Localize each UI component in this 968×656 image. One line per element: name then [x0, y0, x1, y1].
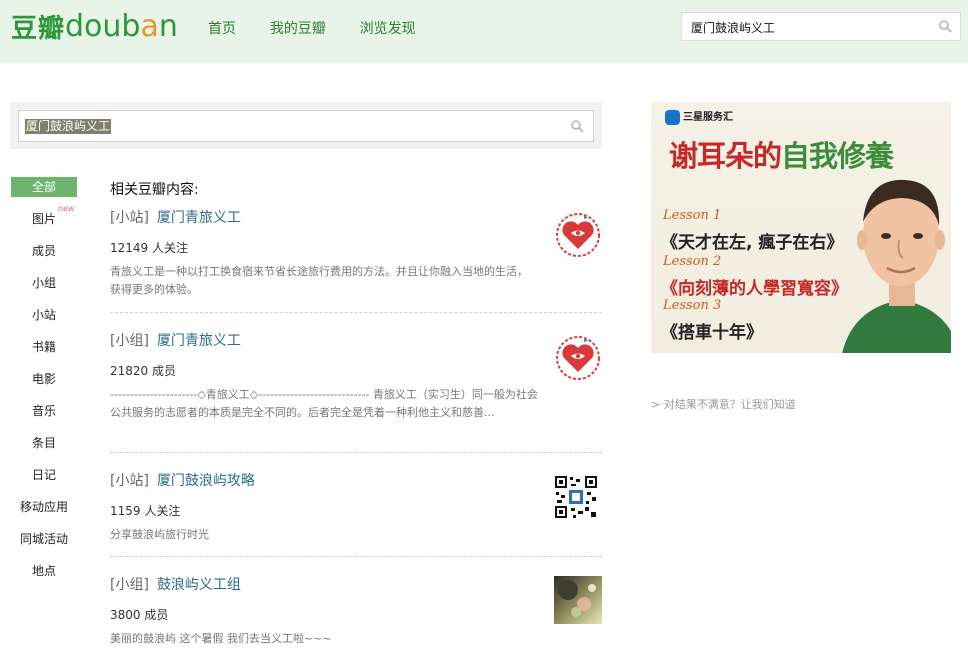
filter-movies[interactable]: 电影	[11, 369, 77, 389]
result-item: [小组] 厦门青旅义工 21820 成员 --------------------…	[110, 332, 602, 422]
search-icon[interactable]	[571, 120, 584, 136]
filter-books[interactable]: 书籍	[11, 337, 77, 357]
samsung-service-logo-icon	[665, 109, 680, 125]
main-nav: 首页 我的豆瓣 浏览发现	[208, 18, 446, 38]
filter-mobile-apps[interactable]: 移动应用	[11, 497, 77, 517]
result-description: 分享鼓浪屿旅行时光	[110, 528, 209, 541]
result-meta: 21820 成员	[110, 364, 176, 378]
result-title-link[interactable]: 鼓浪屿义工组	[157, 577, 241, 593]
nav-explore[interactable]: 浏览发现	[360, 18, 416, 38]
result-thumbnail-qr-code[interactable]	[554, 475, 602, 523]
result-title-link[interactable]: 厦门青旅义工	[157, 333, 241, 349]
search-query-selected: 厦门鼓浪屿义工	[25, 119, 112, 134]
result-description: ----------------------◇青旅义工◇------------…	[110, 388, 538, 419]
result-meta: 3800 成员	[110, 608, 169, 622]
top-header: 豆瓣douban 首页 我的豆瓣 浏览发现	[0, 0, 968, 63]
result-divider	[110, 452, 602, 453]
filter-all[interactable]: 全部	[11, 177, 77, 197]
category-filters: 全部 图片 new 成员 小组 小站 书籍 电影 音乐 条目 日记 移动应用 同城…	[11, 177, 77, 593]
douban-logo[interactable]: 豆瓣douban	[11, 8, 178, 48]
result-thumbnail[interactable]	[554, 332, 602, 380]
result-item: [小组] 鼓浪屿义工组 3800 成员 美丽的鼓浪屿 这个暑假 我们去当义工啦~~…	[110, 576, 602, 648]
result-meta: 1159 人关注	[110, 504, 181, 518]
result-item: [小站] 厦门鼓浪屿攻略 1159 人关注 分享鼓浪屿旅行时光	[110, 472, 602, 544]
header-search-input[interactable]	[691, 17, 931, 37]
filter-groups[interactable]: 小组	[11, 273, 77, 293]
nav-my-douban[interactable]: 我的豆瓣	[270, 18, 326, 38]
result-divider	[110, 556, 602, 557]
feedback-link[interactable]: > 对结果不满意？让我们知道	[651, 396, 796, 412]
main-search-input[interactable]: 厦门鼓浪屿义工	[18, 110, 594, 142]
ad-person-image	[842, 179, 951, 353]
result-item: [小站] 厦门青旅义工 12149 人关注 青旅义工是一种以打工换食宿来节省长途旅…	[110, 209, 602, 299]
results-heading: 相关豆瓣内容:	[110, 182, 199, 198]
result-thumbnail[interactable]	[554, 576, 602, 624]
filter-members[interactable]: 成员	[11, 241, 77, 261]
result-description: 青旅义工是一种以打工换食宿来节省长途旅行费用的方法。并且让你融入当地的生活，获得…	[110, 265, 528, 296]
filter-images[interactable]: 图片 new	[11, 204, 77, 229]
nav-home[interactable]: 首页	[208, 18, 236, 38]
filter-local-events[interactable]: 同城活动	[11, 529, 77, 549]
filter-sites[interactable]: 小站	[11, 305, 77, 325]
result-description: 美丽的鼓浪屿 这个暑假 我们去当义工啦~~~	[110, 632, 332, 645]
result-divider	[110, 312, 602, 313]
result-title-link[interactable]: 厦门青旅义工	[157, 210, 241, 226]
new-badge: new	[58, 204, 75, 213]
result-thumbnail[interactable]	[554, 209, 602, 257]
main-search-area: 厦门鼓浪屿义工	[10, 102, 602, 149]
result-title-link[interactable]: 厦门鼓浪屿攻略	[157, 473, 255, 489]
header-search-box	[681, 12, 961, 41]
advertisement-banner[interactable]: 三星服务汇 谢耳朵的自我修養 Lesson 1 《天才在左, 瘋子在右》 Les…	[651, 102, 951, 353]
filter-music[interactable]: 音乐	[11, 401, 77, 421]
result-meta: 12149 人关注	[110, 241, 188, 255]
filter-items[interactable]: 条目	[11, 433, 77, 453]
filter-places[interactable]: 地点	[11, 561, 77, 581]
filter-diaries[interactable]: 日记	[11, 465, 77, 485]
search-icon[interactable]	[939, 20, 952, 36]
